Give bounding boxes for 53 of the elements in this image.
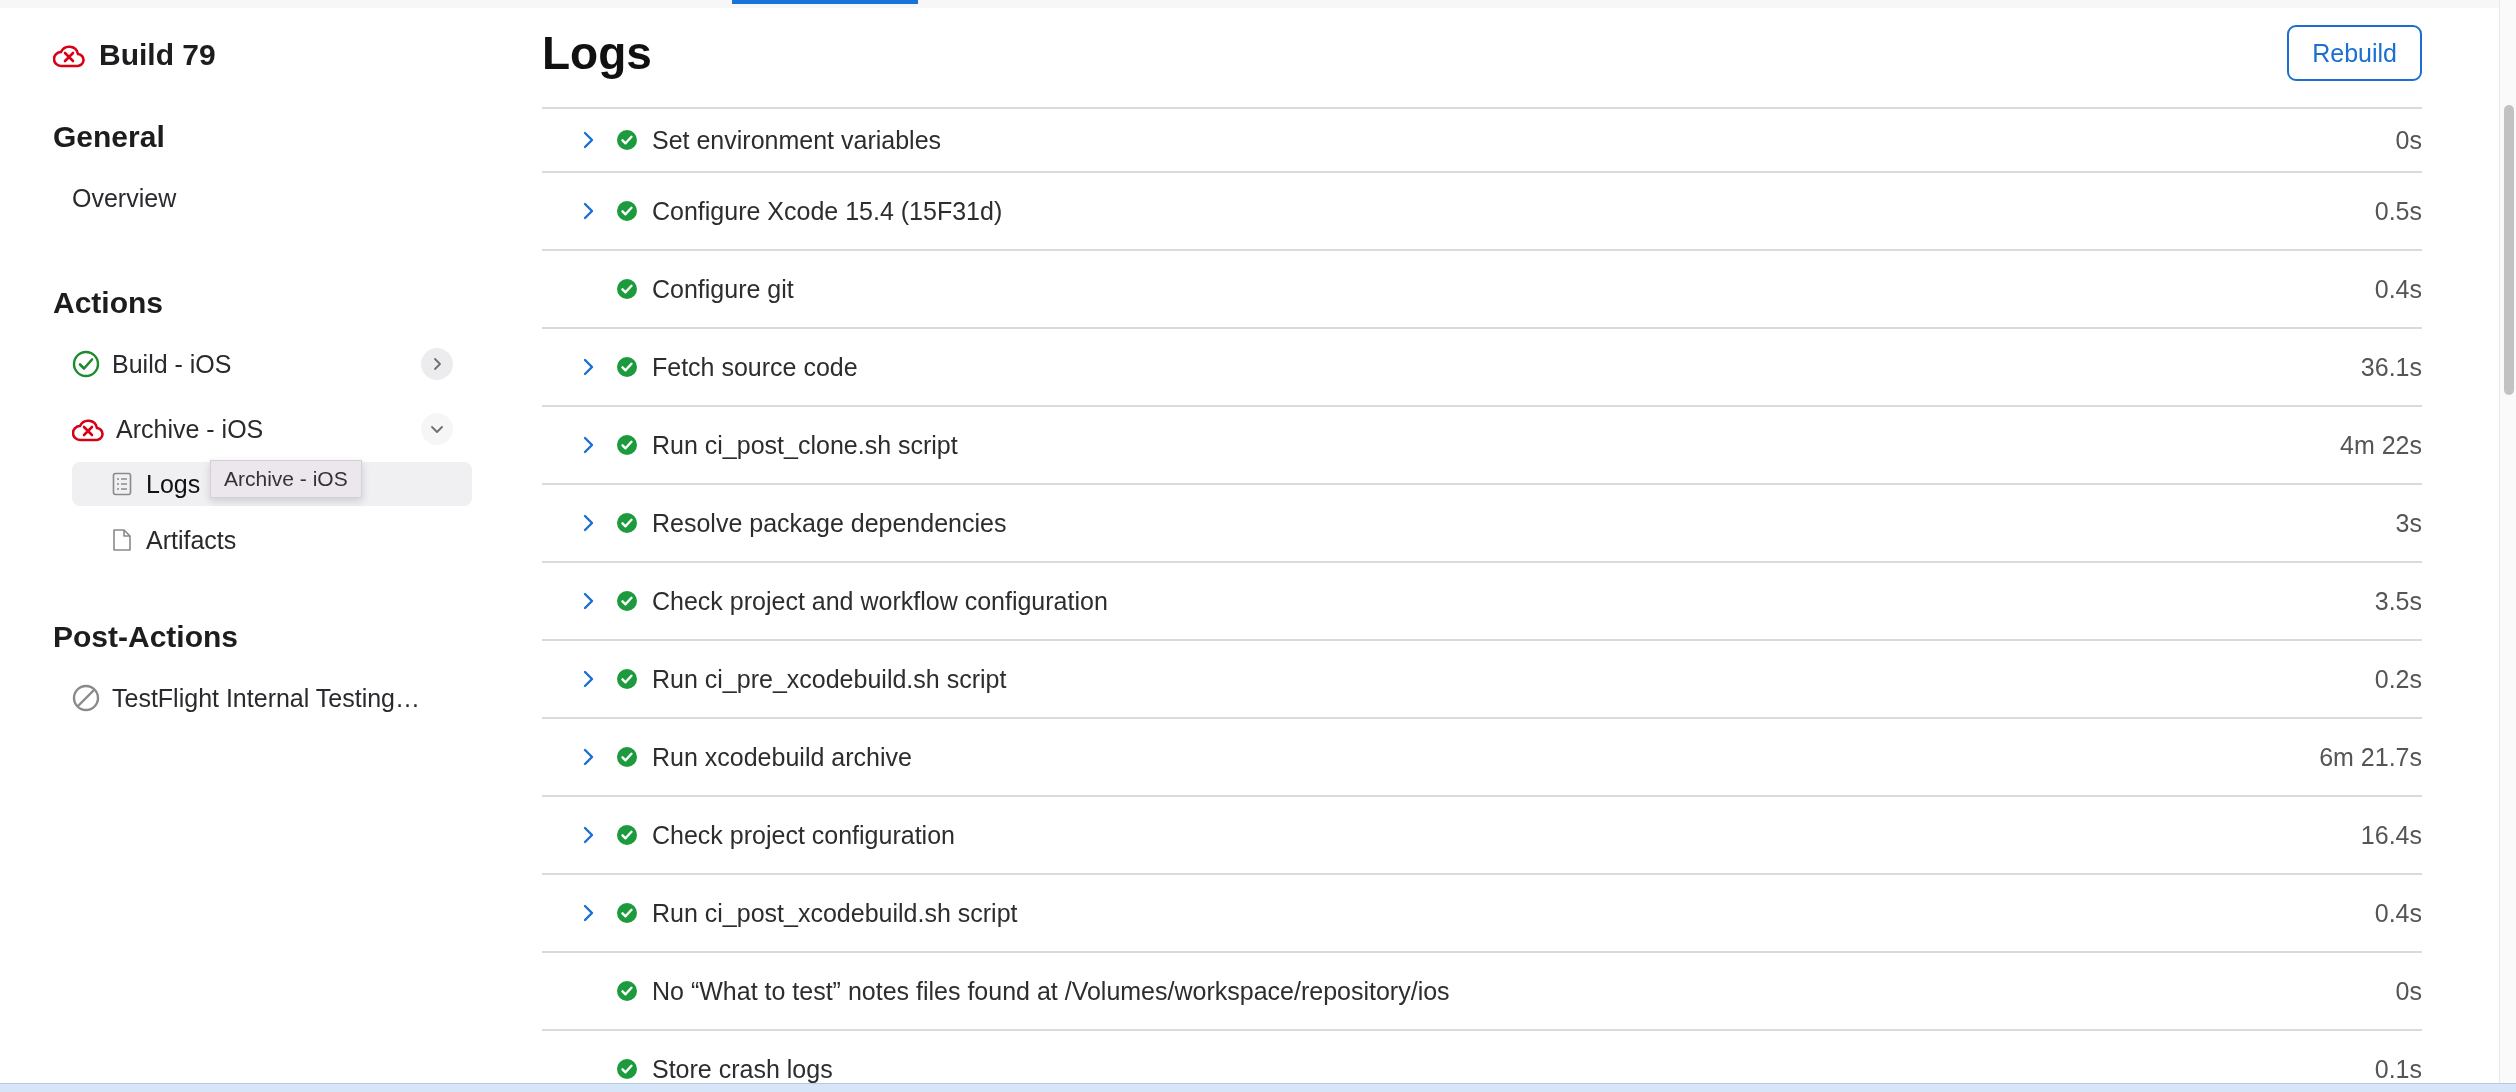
step-duration: 0.5s (2374, 196, 2422, 226)
expand-chevron-icon[interactable] (582, 201, 596, 221)
step-duration: 6m 21.7s (2319, 742, 2422, 772)
expand-chevron-icon[interactable] (582, 130, 596, 150)
scrollbar-thumb[interactable] (2504, 105, 2514, 395)
step-duration: 0s (2395, 125, 2422, 155)
build-title: Build 79 (99, 38, 216, 72)
step-duration: 0s (2395, 976, 2422, 1006)
action-item[interactable]: TestFlight Internal Testing… (53, 678, 473, 718)
step-duration: 36.1s (2360, 352, 2422, 382)
step-duration: 3s (2395, 508, 2422, 538)
step-name: Set environment variables (652, 125, 943, 155)
action-item[interactable]: Archive - iOS (53, 409, 473, 449)
list-document-icon (112, 472, 132, 496)
step-name: Check project configuration (652, 820, 956, 850)
step-name: Configure Xcode 15.4 (15F31d) (652, 196, 1004, 226)
step-duration: 0.4s (2374, 274, 2422, 304)
page-title: Logs (542, 26, 652, 80)
step-name: Run ci_pre_xcodebuild.sh script (652, 664, 1008, 694)
section-heading: Post-Actions (53, 620, 239, 654)
step-name: No “What to test” notes files found at /Volumes/workspace/repository/ios (652, 976, 1451, 1006)
expand-chevron-icon[interactable] (421, 348, 453, 380)
step-duration: 16.4s (2360, 820, 2422, 850)
step-name: Run ci_post_clone.sh script (652, 430, 959, 460)
expand-chevron-icon[interactable] (582, 747, 596, 767)
step-duration: 0.1s (2374, 1054, 2422, 1084)
step-duration: 3.5s (2374, 586, 2422, 616)
section-heading: Actions (53, 286, 164, 320)
step-duration: 0.4s (2374, 898, 2422, 928)
step-duration: 4m 22s (2340, 430, 2422, 460)
step-name: Check project and workflow configuration (652, 586, 1109, 616)
step-name: Resolve package dependencies (652, 508, 1008, 538)
collapse-chevron-icon[interactable] (421, 413, 453, 445)
expand-chevron-icon[interactable] (582, 669, 596, 689)
sidebar-link[interactable]: Overview (53, 178, 473, 218)
rebuild-button[interactable]: Rebuild (2287, 25, 2422, 81)
expand-chevron-icon[interactable] (582, 903, 596, 923)
step-name: Run ci_post_xcodebuild.sh script (652, 898, 1019, 928)
expand-chevron-icon[interactable] (582, 591, 596, 611)
sidebar-subitem[interactable]: Artifacts (72, 518, 472, 562)
expand-chevron-icon[interactable] (582, 825, 596, 845)
step-duration: 0.2s (2374, 664, 2422, 694)
step-name: Run xcodebuild archive (652, 742, 913, 772)
step-name: Configure git (652, 274, 795, 304)
tooltip: Archive - iOS (210, 460, 362, 498)
expand-chevron-icon[interactable] (582, 357, 596, 377)
step-name: Fetch source code (652, 352, 859, 382)
action-item[interactable]: Build - iOS (53, 344, 473, 384)
document-icon (112, 528, 132, 552)
step-name: Store crash logs (652, 1054, 834, 1084)
expand-chevron-icon[interactable] (582, 435, 596, 455)
section-heading: General (53, 120, 166, 154)
expand-chevron-icon[interactable] (582, 513, 596, 533)
